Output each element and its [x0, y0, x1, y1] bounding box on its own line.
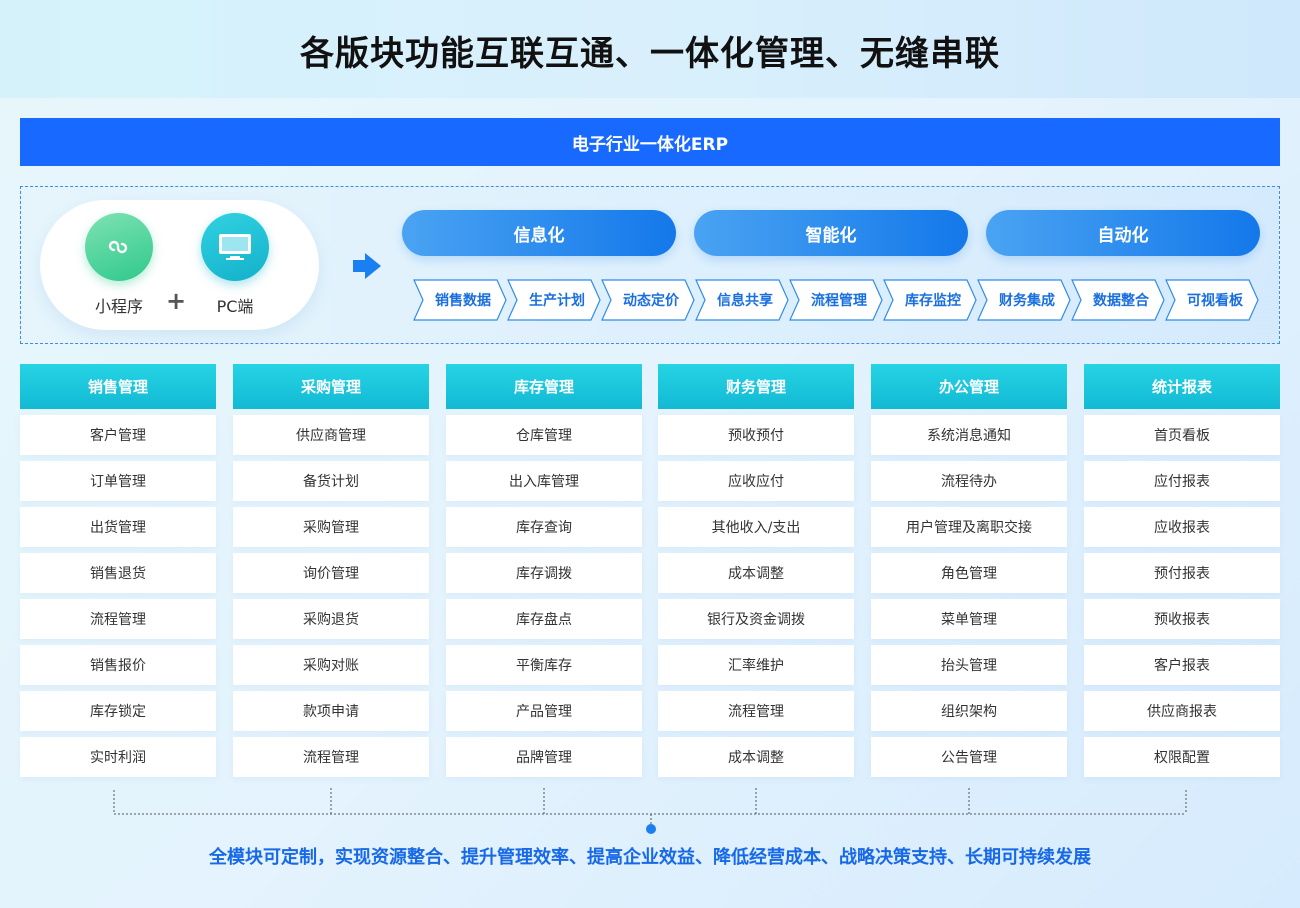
module-item: 销售报价	[20, 645, 216, 685]
module-item: 成本调整	[658, 553, 854, 593]
module-item: 流程管理	[658, 691, 854, 731]
module-item: 应收报表	[1084, 507, 1280, 547]
mini-program-icon	[85, 213, 153, 281]
module-item: 角色管理	[871, 553, 1067, 593]
module-item: 首页看板	[1084, 415, 1280, 455]
feature-tag: 动态定价	[601, 279, 695, 321]
erp-banner: 电子行业一体化ERP	[20, 118, 1280, 166]
page-title: 各版块功能互联互通、一体化管理、无缝串联	[300, 34, 1000, 74]
module-item: 客户报表	[1084, 645, 1280, 685]
feature-label: 库存监控	[905, 293, 961, 309]
module-item: 预付报表	[1084, 553, 1280, 593]
module-item: 供应商管理	[233, 415, 429, 455]
module-item: 流程管理	[20, 599, 216, 639]
module-item: 平衡库存	[446, 645, 642, 685]
module-item: 仓库管理	[446, 415, 642, 455]
feature-label: 可视看板	[1187, 293, 1243, 309]
feature-label: 流程管理	[811, 293, 867, 309]
module-item: 产品管理	[446, 691, 642, 731]
module-item: 客户管理	[20, 415, 216, 455]
platform-label-pc: PC端	[216, 297, 254, 316]
module-item: 应付报表	[1084, 461, 1280, 501]
module-item: 品牌管理	[446, 737, 642, 777]
module-item: 库存盘点	[446, 599, 642, 639]
module-header: 采购管理	[233, 364, 429, 409]
platform-label-mini-program: 小程序	[94, 297, 143, 316]
module-item: 抬头管理	[871, 645, 1067, 685]
monitor-icon	[201, 213, 269, 281]
module-item: 订单管理	[20, 461, 216, 501]
module-item: 库存查询	[446, 507, 642, 547]
feature-tag: 可视看板	[1165, 279, 1259, 321]
module-item: 应收应付	[658, 461, 854, 501]
module-item: 流程待办	[871, 461, 1067, 501]
feature-label: 数据整合	[1093, 293, 1149, 309]
module-item: 采购管理	[233, 507, 429, 547]
module-item: 系统消息通知	[871, 415, 1067, 455]
module-item: 采购对账	[233, 645, 429, 685]
module-item: 权限配置	[1084, 737, 1280, 777]
module-item: 款项申请	[233, 691, 429, 731]
feature-tag: 流程管理	[789, 279, 883, 321]
feature-tag: 数据整合	[1071, 279, 1165, 321]
module-item: 供应商报表	[1084, 691, 1280, 731]
category-informatization: 信息化	[402, 210, 676, 256]
feature-label: 生产计划	[529, 293, 585, 309]
connector-dot	[646, 824, 656, 834]
module-item: 采购退货	[233, 599, 429, 639]
module-item: 库存锁定	[20, 691, 216, 731]
category-automation: 自动化	[986, 210, 1260, 256]
module-item: 预收报表	[1084, 599, 1280, 639]
module-item: 其他收入/支出	[658, 507, 854, 547]
module-header: 库存管理	[446, 364, 642, 409]
module-item: 销售退货	[20, 553, 216, 593]
feature-tag: 库存监控	[883, 279, 977, 321]
right-arrow-icon	[351, 250, 383, 286]
footer-slogan: 全模块可定制，实现资源整合、提升管理效率、提高企业效益、降低经营成本、战略决策支…	[209, 847, 1091, 868]
module-item: 实时利润	[20, 737, 216, 777]
module-item: 出入库管理	[446, 461, 642, 501]
module-item: 流程管理	[233, 737, 429, 777]
feature-label: 动态定价	[623, 293, 679, 309]
module-header: 销售管理	[20, 364, 216, 409]
module-item: 银行及资金调拨	[658, 599, 854, 639]
module-item: 用户管理及离职交接	[871, 507, 1067, 547]
feature-tag: 财务集成	[977, 279, 1071, 321]
module-item: 汇率维护	[658, 645, 854, 685]
module-item: 菜单管理	[871, 599, 1067, 639]
plus-sign: +	[166, 287, 187, 315]
module-item: 备货计划	[233, 461, 429, 501]
module-item: 库存调拨	[446, 553, 642, 593]
feature-label: 财务集成	[999, 293, 1055, 309]
feature-label: 信息共享	[717, 293, 773, 309]
module-item: 成本调整	[658, 737, 854, 777]
module-item: 预收预付	[658, 415, 854, 455]
feature-label: 销售数据	[435, 293, 491, 309]
module-header: 统计报表	[1084, 364, 1280, 409]
module-header: 财务管理	[658, 364, 854, 409]
module-item: 询价管理	[233, 553, 429, 593]
feature-tag: 销售数据	[413, 279, 507, 321]
module-header: 办公管理	[871, 364, 1067, 409]
module-item: 组织架构	[871, 691, 1067, 731]
feature-tag: 生产计划	[507, 279, 601, 321]
module-item: 出货管理	[20, 507, 216, 547]
feature-tag: 信息共享	[695, 279, 789, 321]
module-connector	[113, 788, 1187, 834]
category-intelligence: 智能化	[694, 210, 968, 256]
module-item: 公告管理	[871, 737, 1067, 777]
